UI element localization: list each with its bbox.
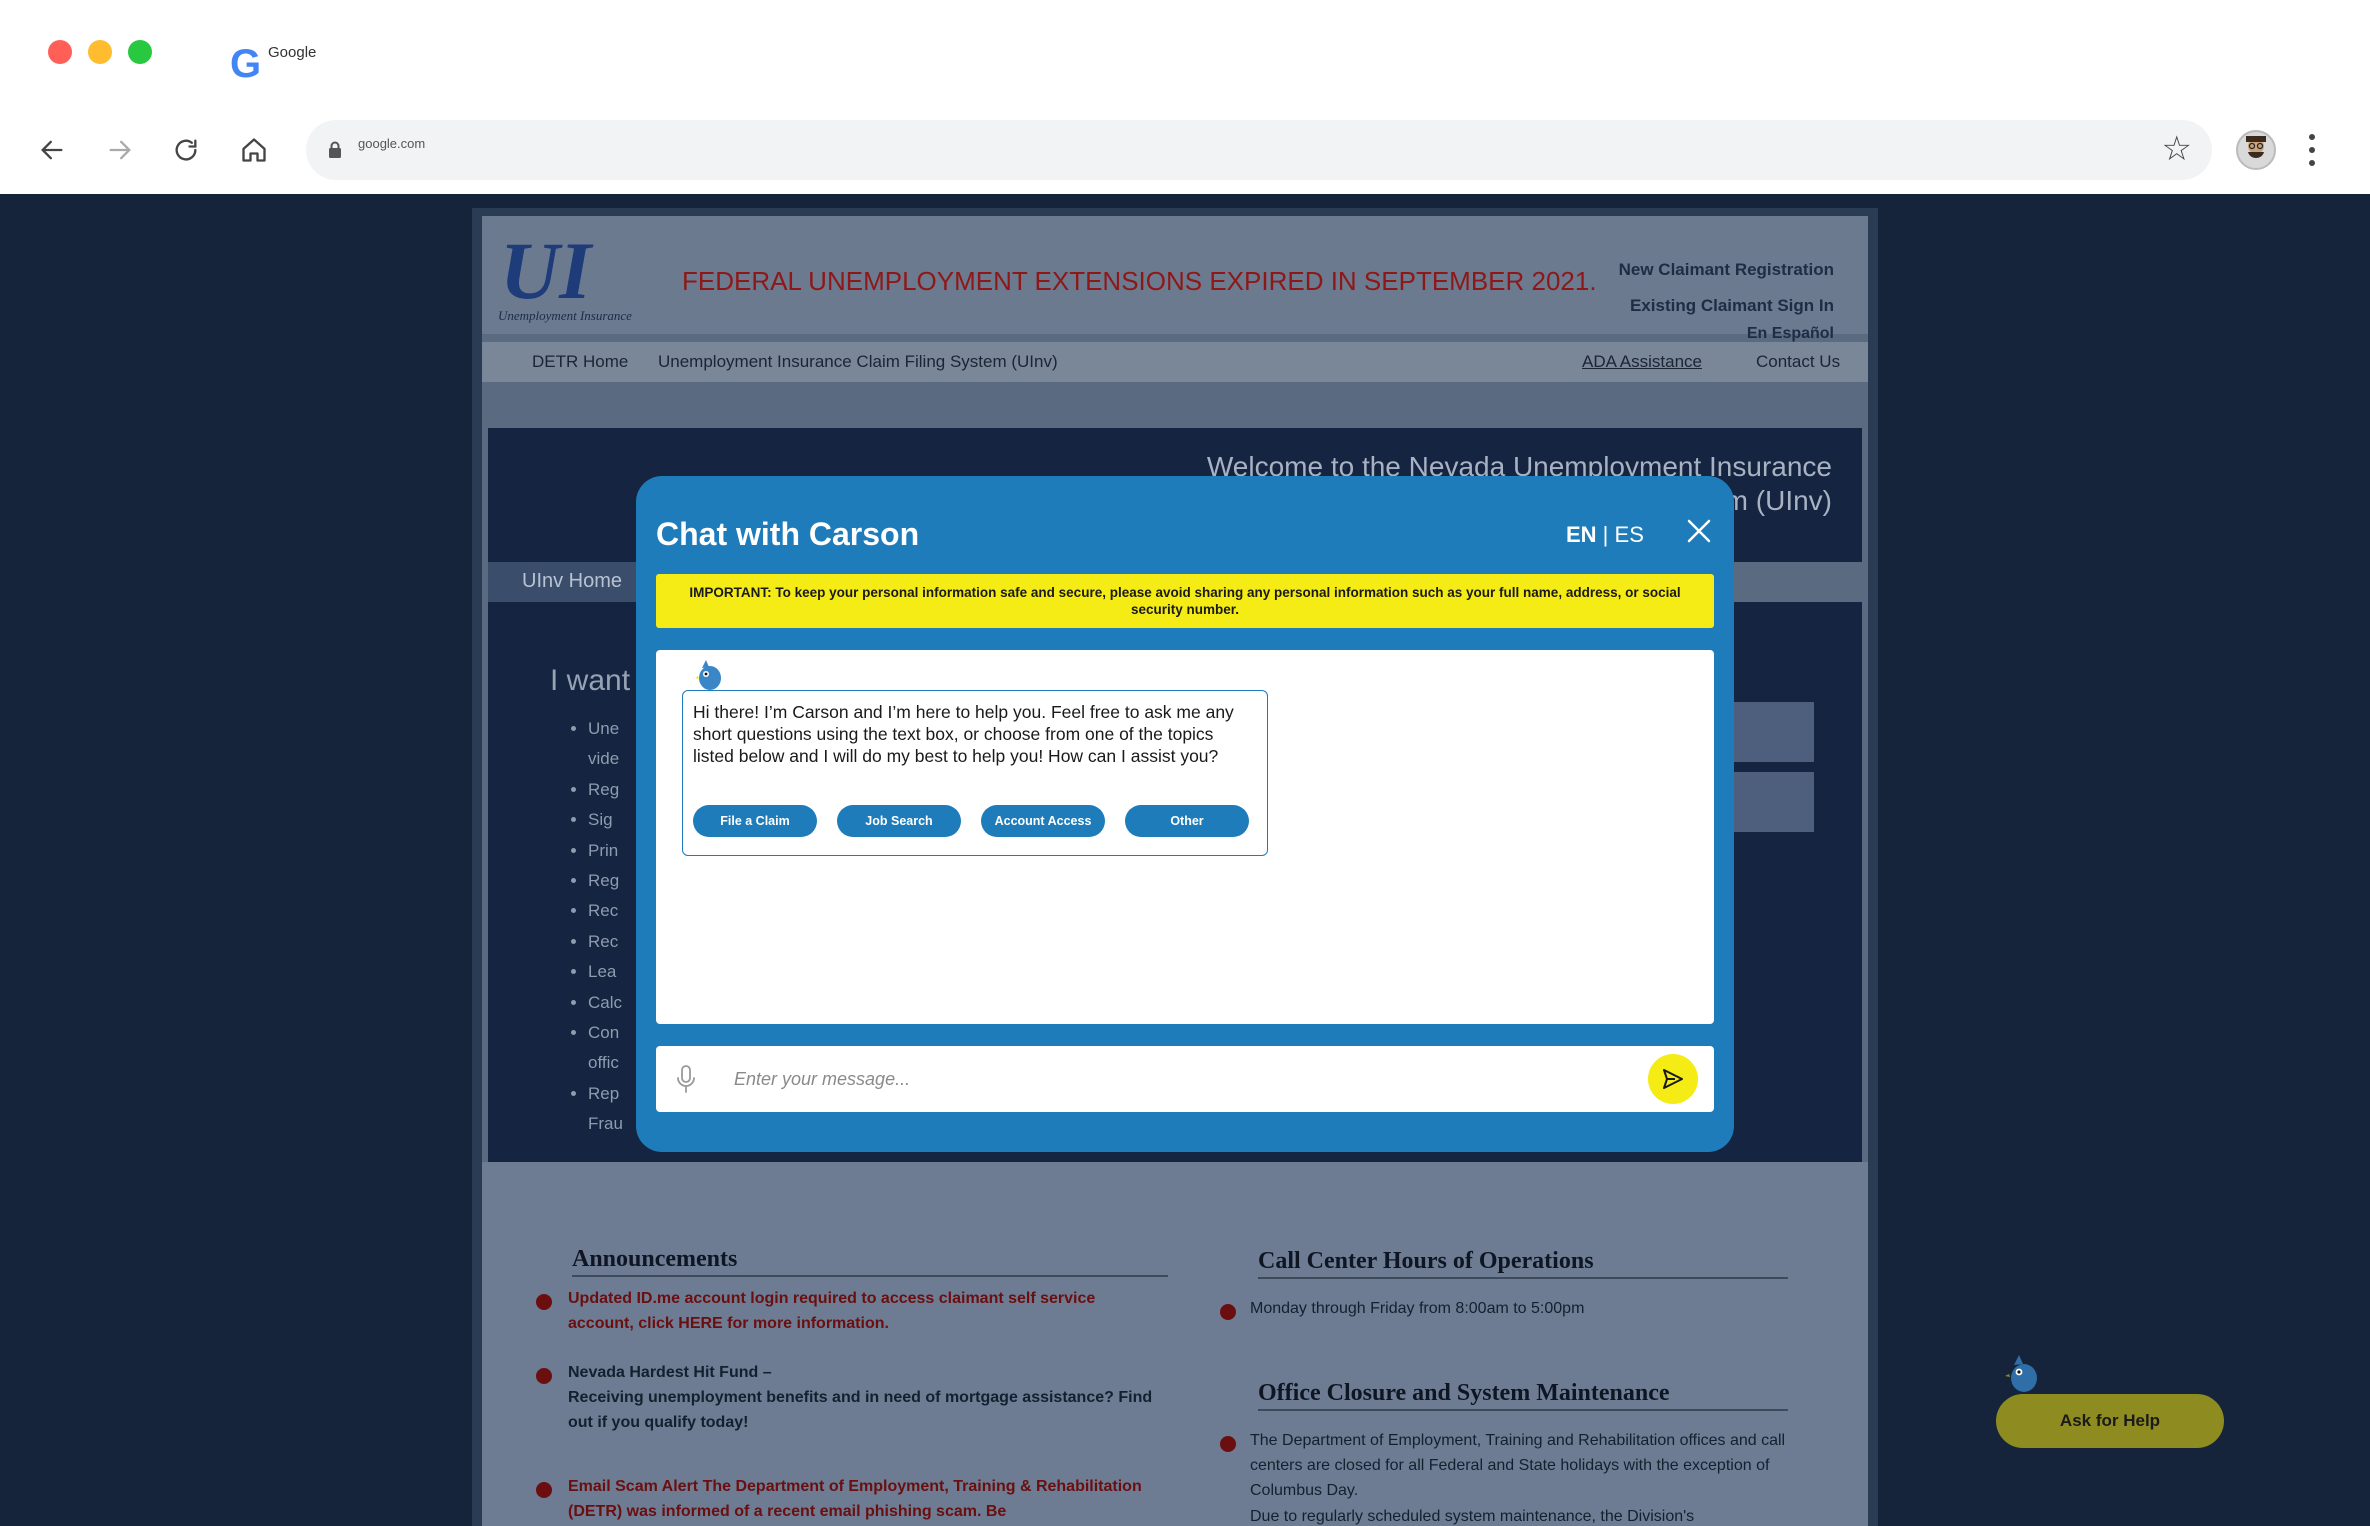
list-item[interactable]: Calc: [588, 988, 623, 1018]
back-button[interactable]: [30, 128, 74, 172]
header-links: New Claimant Registration Existing Claim…: [1619, 252, 1834, 344]
maximize-window-button[interactable]: [128, 40, 152, 64]
lang-es-button[interactable]: ES: [1615, 522, 1644, 547]
tab-title[interactable]: Google: [268, 44, 316, 61]
close-icon[interactable]: [1686, 518, 1712, 544]
profile-avatar[interactable]: [2236, 130, 2276, 170]
contact-us-link[interactable]: Contact Us: [1756, 352, 1840, 372]
alert-icon: [1220, 1304, 1236, 1320]
url-text[interactable]: google.com: [358, 136, 425, 151]
announcement-scam[interactable]: Email Scam Alert The Department of Emplo…: [568, 1474, 1168, 1524]
google-logo-icon: G: [230, 42, 262, 86]
list-item[interactable]: Rec: [588, 896, 623, 926]
announcement-idme[interactable]: Updated ID.me account login required to …: [568, 1286, 1148, 1336]
office-closure-text: The Department of Employment, Training a…: [1250, 1432, 1786, 1499]
browser-menu-button[interactable]: [2300, 128, 2324, 172]
send-button[interactable]: [1648, 1054, 1698, 1104]
chat-modal: Chat with Carson EN | ES IMPORTANT: To k…: [636, 476, 1734, 1152]
existing-claimant-link[interactable]: Existing Claimant Sign In: [1619, 288, 1834, 324]
lang-separator: |: [1596, 522, 1615, 547]
logo-subtitle: Unemployment Insurance: [498, 308, 632, 323]
announcement-hhf-title: Nevada Hardest Hit Fund –: [568, 1364, 772, 1381]
site-header: UI Unemployment Insurance FEDERAL UNEMPL…: [482, 216, 1868, 342]
arrow-left-icon: [41, 140, 63, 160]
job-search-chip[interactable]: Job Search: [837, 805, 961, 837]
privacy-notice: IMPORTANT: To keep your personal informa…: [656, 574, 1714, 628]
home-icon: [242, 138, 266, 162]
list-item[interactable]: Rec: [588, 927, 623, 957]
send-icon: [1663, 1069, 1683, 1089]
main-heading: I want: [550, 664, 631, 697]
list-item[interactable]: offic: [588, 1048, 623, 1078]
list-item[interactable]: Con: [588, 1018, 623, 1048]
reload-button[interactable]: [164, 128, 208, 172]
file-claim-chip[interactable]: File a Claim: [693, 805, 817, 837]
call-center-title: Call Center Hours of Operations: [1258, 1248, 1788, 1279]
forward-button[interactable]: [98, 128, 142, 172]
arrow-right-icon: [109, 140, 131, 160]
documents-button[interactable]: [1724, 772, 1814, 832]
lock-icon: [329, 141, 341, 158]
home-button[interactable]: [232, 128, 276, 172]
announcement-hhf-body[interactable]: Receiving unemployment benefits and in n…: [568, 1385, 1168, 1435]
call-center-hours: Monday through Friday from 8:00am to 5:0…: [1250, 1300, 1585, 1317]
lang-en-button[interactable]: EN: [1566, 522, 1597, 547]
announcements-title: Announcements: [572, 1246, 1168, 1277]
list-item[interactable]: vide: [588, 744, 623, 774]
list-item[interactable]: Lea: [588, 957, 623, 987]
list-item[interactable]: Une: [588, 714, 623, 744]
language-switch: EN | ES: [1566, 522, 1644, 548]
bot-greeting-text: Hi there! I’m Carson and I’m here to hel…: [693, 702, 1234, 766]
alert-icon: [536, 1482, 552, 1498]
alert-icon: [536, 1294, 552, 1310]
site-lower-sections: Announcements Updated ID.me account logi…: [482, 1162, 1868, 1526]
new-claimant-link[interactable]: New Claimant Registration: [1619, 252, 1834, 288]
message-composer: [656, 1046, 1714, 1112]
user-face-icon: [2246, 136, 2266, 158]
uinv-logo[interactable]: UI: [500, 230, 591, 312]
account-access-chip[interactable]: Account Access: [981, 805, 1105, 837]
folder-button[interactable]: [1724, 702, 1814, 762]
alert-icon: [536, 1368, 552, 1384]
detr-home-link[interactable]: DETR Home: [532, 352, 628, 372]
list-item[interactable]: Reg: [588, 866, 623, 896]
site-nav: DETR Home Unemployment Insurance Claim F…: [482, 342, 1868, 382]
espanol-link[interactable]: En Español: [1619, 324, 1834, 344]
chat-title: Chat with Carson: [656, 516, 920, 552]
bot-message: Hi there! I’m Carson and I’m here to hel…: [682, 690, 1268, 856]
list-item[interactable]: Reg: [588, 775, 623, 805]
list-item[interactable]: Prin: [588, 836, 623, 866]
alert-icon: [1220, 1436, 1236, 1452]
minimize-window-button[interactable]: [88, 40, 112, 64]
list-item[interactable]: Sig: [588, 805, 623, 835]
expiration-banner: FEDERAL UNEMPLOYMENT EXTENSIONS EXPIRED …: [682, 266, 1597, 296]
reload-icon: [175, 139, 197, 161]
maintenance-text: Due to regularly scheduled system mainte…: [1250, 1508, 1695, 1525]
message-input[interactable]: [734, 1058, 1634, 1100]
close-window-button[interactable]: [48, 40, 72, 64]
browser-chrome: G Google google.com ☆: [0, 0, 2370, 194]
bookmark-star-icon[interactable]: ☆: [2162, 132, 2192, 166]
ada-assistance-link[interactable]: ADA Assistance: [1582, 352, 1702, 372]
list-item[interactable]: Rep: [588, 1079, 623, 1109]
ask-for-help-button[interactable]: Ask for Help: [1996, 1394, 2224, 1448]
microphone-icon[interactable]: [674, 1064, 698, 1094]
breadcrumb-system: Unemployment Insurance Claim Filing Syst…: [658, 352, 1058, 371]
uinv-home-tab[interactable]: UInv Home: [488, 562, 638, 602]
chat-messages: Hi there! I’m Carson and I’m here to hel…: [656, 650, 1714, 1024]
options-list: UnevideRegSigPrinRegRecRecLeaCalcConoffi…: [588, 714, 623, 1140]
office-closure-title: Office Closure and System Maintenance: [1258, 1380, 1788, 1411]
carson-bird-icon: [695, 660, 721, 690]
other-chip[interactable]: Other: [1125, 805, 1249, 837]
address-bar[interactable]: google.com ☆: [306, 120, 2212, 180]
carson-bird-icon: [2005, 1355, 2037, 1392]
list-item[interactable]: Frau: [588, 1109, 623, 1139]
